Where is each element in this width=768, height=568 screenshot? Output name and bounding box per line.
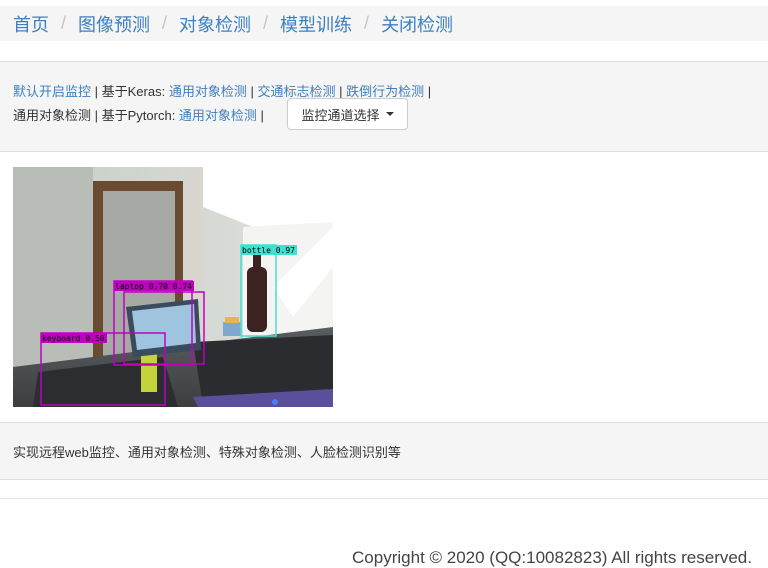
cup-object — [225, 317, 239, 323]
nav-home-link[interactable]: 首页 — [13, 11, 49, 37]
keras-traffic-sign-link[interactable]: 交通标志检测 — [257, 84, 335, 99]
channel-select-dropdown[interactable]: 监控通道选择 — [287, 98, 408, 130]
keras-prefix: 基于Keras: — [101, 84, 169, 99]
link-separator: | — [91, 84, 102, 99]
small-laptop-screen — [132, 304, 196, 350]
yellow-stick — [141, 352, 157, 392]
default-monitor-link[interactable]: 默认开启监控 — [13, 84, 91, 99]
detection-mode-panel: 默认开启监控 | 基于Keras: 通用对象检测 | 交通标志检测 | 跌倒行为… — [0, 61, 768, 152]
cup-object — [223, 322, 241, 336]
breadcrumb-separator: / — [61, 13, 67, 33]
keras-fall-detect-link[interactable]: 跌倒行为检测 — [346, 84, 424, 99]
breadcrumb: 首页 / 图像预测 / 对象检测 / 模型训练 / 关闭检测 — [0, 6, 768, 41]
breadcrumb-separator: / — [364, 13, 370, 33]
bottle-detection-label: bottle 0.97 — [242, 246, 295, 255]
video-stream-frame: bottle 0.97 laptop 0.70 0.74 keyboard 0.… — [13, 167, 333, 407]
breadcrumb-separator: / — [162, 13, 168, 33]
nav-object-detect-link[interactable]: 对象检测 — [179, 11, 251, 37]
nav-close-detect-link[interactable]: 关闭检测 — [381, 11, 453, 37]
light-spot — [272, 399, 278, 405]
pytorch-links-row: 通用对象检测 | 基于Pytorch: 通用对象检测 | — [13, 105, 264, 124]
link-separator: | — [335, 84, 347, 99]
nav-image-predict-link[interactable]: 图像预测 — [78, 11, 150, 37]
footer-divider — [0, 498, 768, 499]
nav-model-training-link[interactable]: 模型训练 — [280, 11, 352, 37]
caret-down-icon — [385, 112, 394, 116]
pytorch-prefix: 基于Pytorch: — [101, 108, 179, 123]
current-mode-label: 通用对象检测 — [13, 108, 92, 123]
bottle-object — [247, 267, 267, 332]
link-separator: | — [91, 108, 102, 123]
link-separator: | — [246, 84, 258, 99]
feature-description-text: 实现远程web监控、通用对象检测、特殊对象检测、人脸检测识别等 — [13, 444, 401, 460]
feature-description-panel: 实现远程web监控、通用对象检测、特殊对象检测、人脸检测识别等 — [0, 422, 768, 480]
laptop-detection-label: laptop 0.70 0.74 — [115, 282, 192, 291]
pytorch-general-detect-link[interactable]: 通用对象检测 — [179, 108, 257, 123]
channel-select-label: 监控通道选择 — [301, 107, 380, 123]
link-separator: | — [424, 84, 432, 99]
link-separator: | — [256, 108, 264, 123]
keras-general-detect-link[interactable]: 通用对象检测 — [169, 84, 247, 99]
keyboard-detection-label: keyboard 0.50 — [42, 334, 105, 343]
copyright-text: Copyright © 2020 (QQ:10082823) All right… — [352, 548, 752, 567]
breadcrumb-separator: / — [263, 13, 269, 33]
